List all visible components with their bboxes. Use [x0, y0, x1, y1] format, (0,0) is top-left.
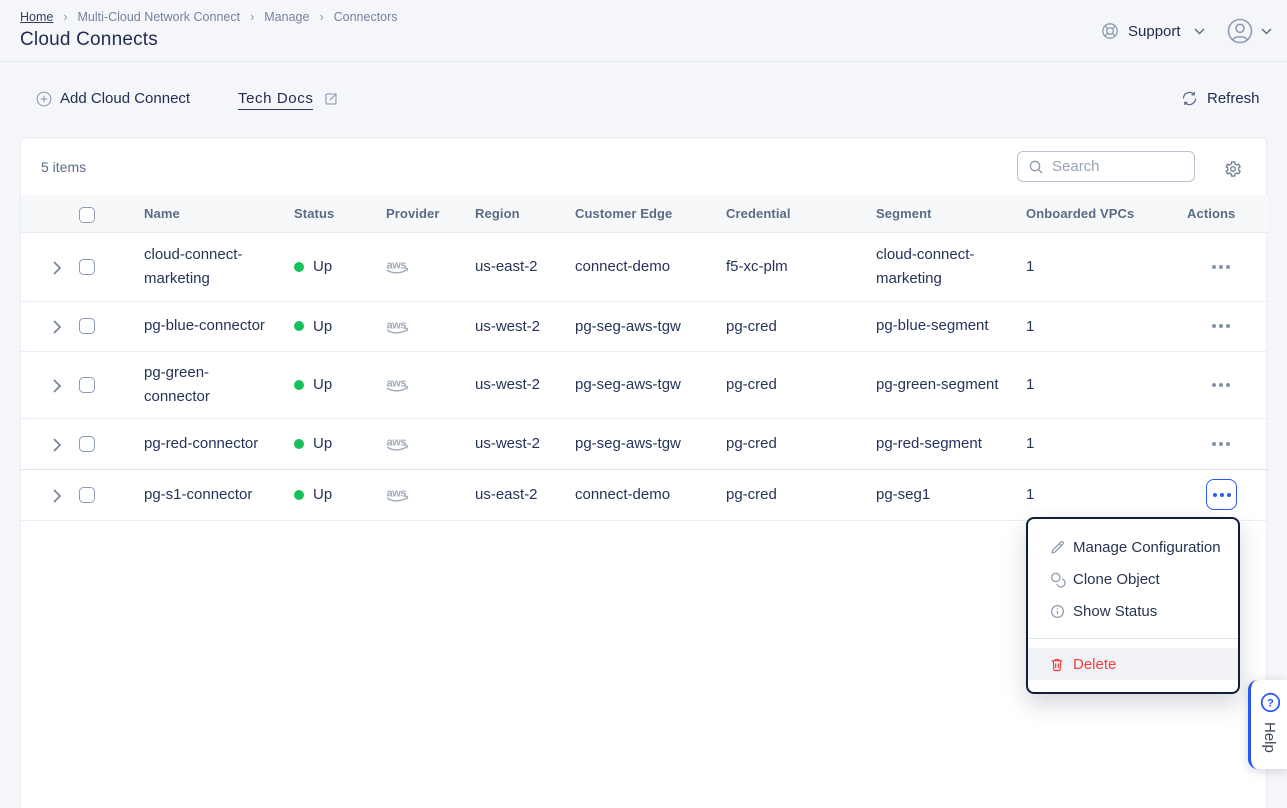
svg-text:aws: aws: [387, 378, 407, 390]
svg-text:aws: aws: [387, 319, 407, 331]
svg-text:aws: aws: [387, 260, 407, 272]
svg-text:aws: aws: [387, 488, 407, 500]
svg-text:?: ?: [1267, 697, 1274, 709]
svg-text:aws: aws: [387, 437, 407, 449]
